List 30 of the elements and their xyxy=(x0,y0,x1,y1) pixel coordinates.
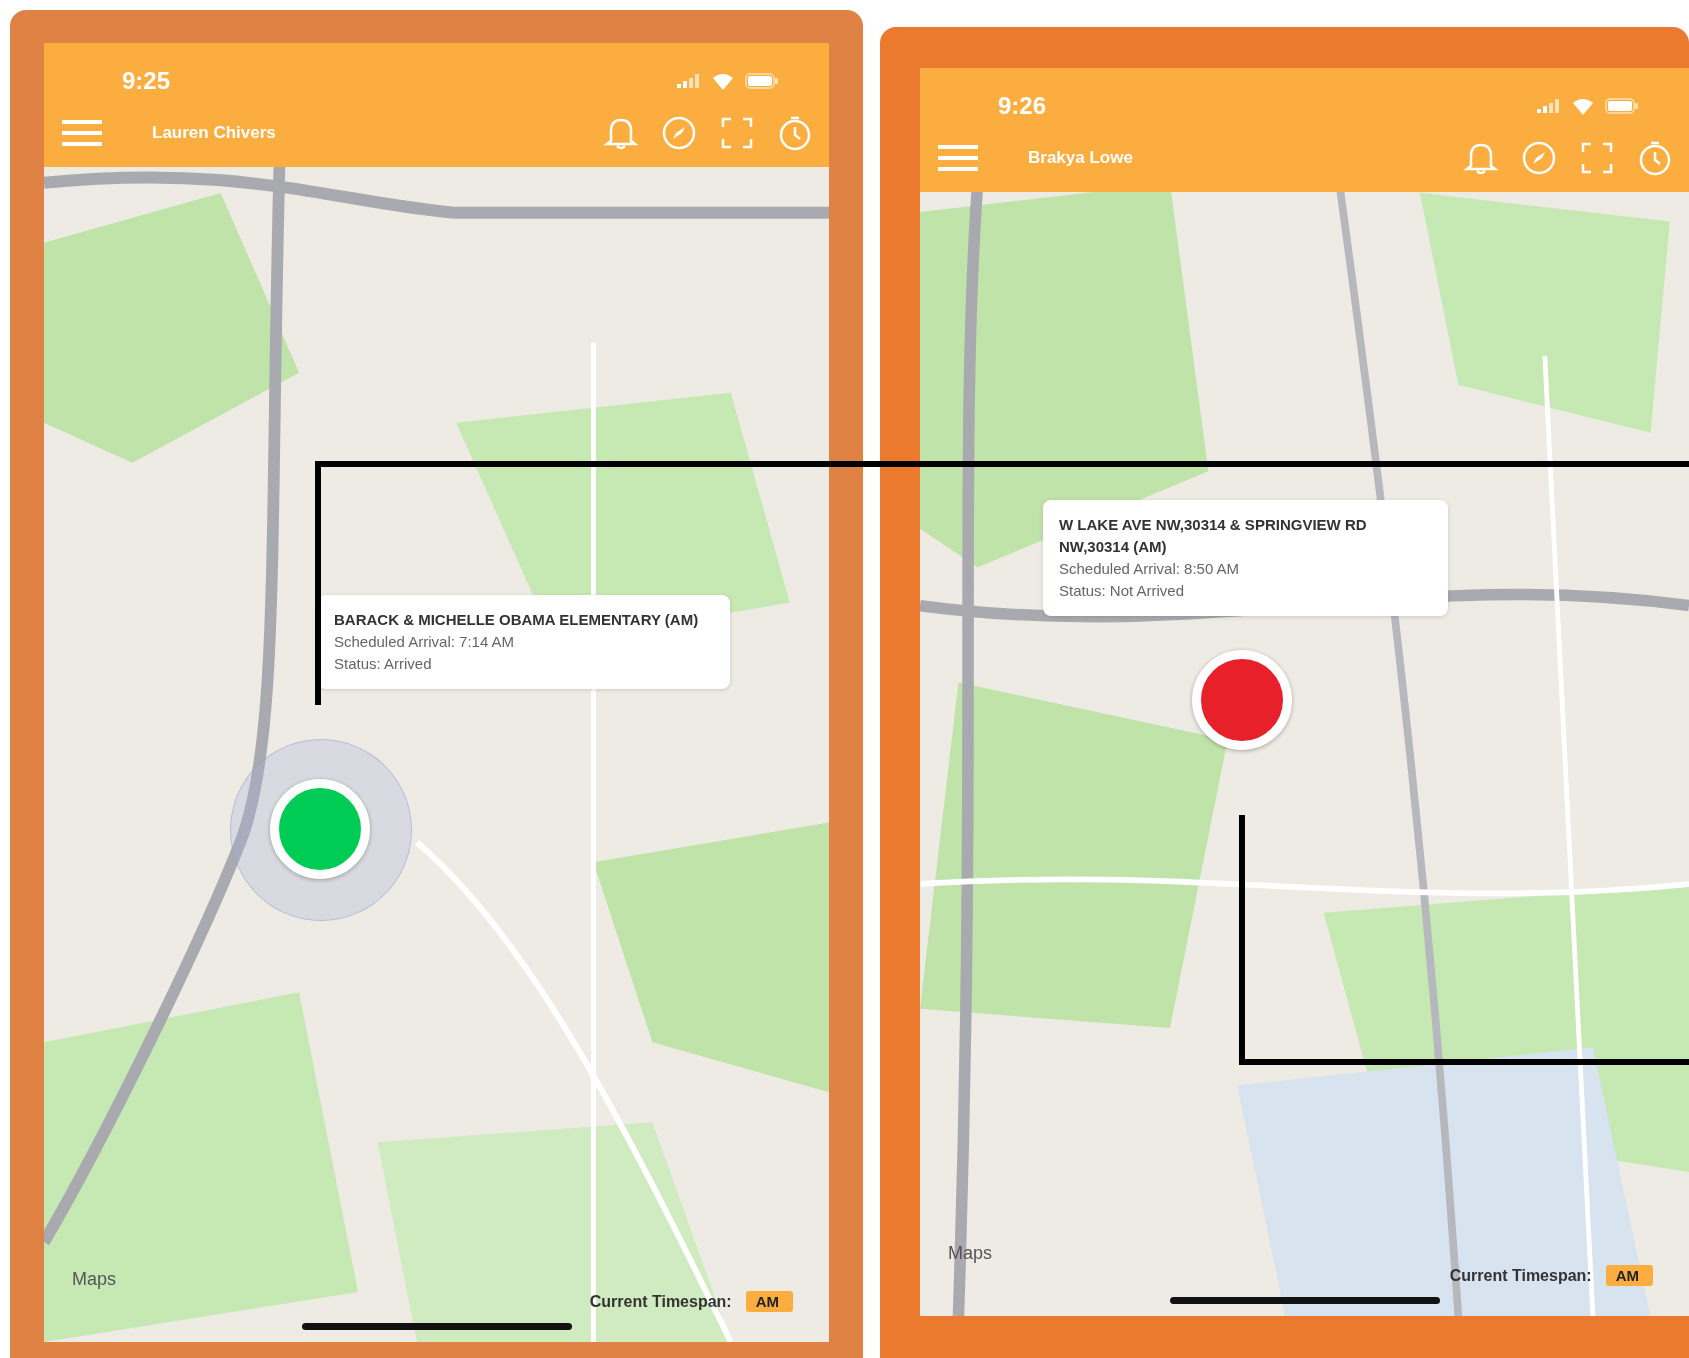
status-time: 9:25 xyxy=(122,67,171,95)
timespan-badge[interactable]: AM xyxy=(745,1291,793,1312)
scheduled-arrival: Scheduled Arrival: 7:14 AM xyxy=(334,632,516,652)
arrival-status: Status: Arrived xyxy=(334,654,433,674)
maps-attribution: Maps xyxy=(72,1269,116,1290)
expand-icon[interactable] xyxy=(719,115,755,151)
scheduled-arrival: Scheduled Arrival: 8:50 AM xyxy=(1059,559,1241,579)
compass-icon[interactable] xyxy=(1521,140,1557,176)
menu-icon[interactable] xyxy=(938,144,978,172)
arrival-status: Status: Not Arrived xyxy=(1059,581,1186,601)
wifi-icon xyxy=(711,72,735,90)
stop-name: W LAKE AVE NW,30314 & SPRINGVIEW RD NW,30314 (AM) xyxy=(1059,515,1368,557)
wifi-icon xyxy=(1571,97,1595,115)
timer-icon[interactable] xyxy=(777,115,813,151)
maps-attribution: Maps xyxy=(948,1243,992,1264)
expand-icon[interactable] xyxy=(1579,140,1615,176)
menu-icon[interactable] xyxy=(62,119,102,147)
timespan-label: Current Timespan: xyxy=(589,1292,732,1311)
battery-icon xyxy=(745,73,779,89)
timespan-badge[interactable]: AM xyxy=(1605,1265,1653,1286)
driver-name: Lauren Chivers xyxy=(152,123,277,143)
timespan-label: Current Timespan: xyxy=(1449,1266,1592,1285)
compass-icon[interactable] xyxy=(661,115,697,151)
signal-icon xyxy=(1537,99,1561,113)
signal-icon xyxy=(677,74,701,88)
status-time: 9:26 xyxy=(998,92,1047,120)
timer-icon[interactable] xyxy=(1637,140,1673,176)
battery-icon xyxy=(1605,98,1639,114)
stop-name: BARACK & MICHELLE OBAMA ELEMENTARY (AM) xyxy=(334,610,700,630)
driver-name: Brakya Lowe xyxy=(1028,148,1134,168)
